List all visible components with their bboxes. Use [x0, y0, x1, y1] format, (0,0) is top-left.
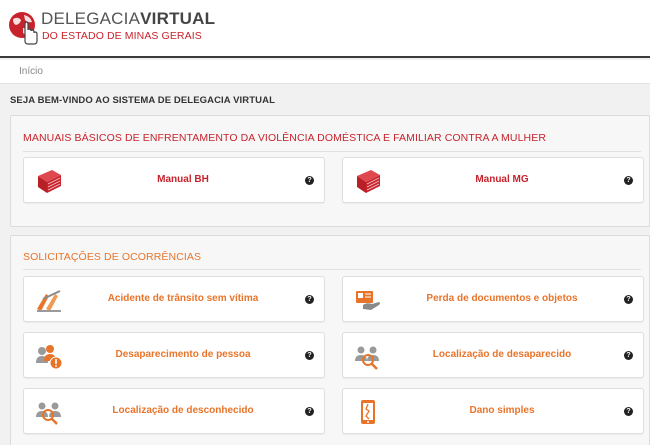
book-icon	[38, 170, 61, 193]
requests-panel: SOLICITAÇÕES DE OCORRÊNCIAS Acidente de …	[10, 235, 650, 445]
locate-missing-icon	[355, 346, 379, 370]
manual-bh-card[interactable]: Manual BH ?	[23, 157, 325, 203]
traffic-accident-card[interactable]: Acidente de trânsito sem vítima ?	[23, 276, 325, 322]
help-icon[interactable]: ?	[305, 407, 314, 416]
damage-label: Dano simples	[469, 405, 535, 416]
logo-subtitle: DO ESTADO DE MINAS GERAIS	[42, 30, 202, 42]
help-icon[interactable]: ?	[624, 407, 633, 416]
book-icon	[357, 170, 380, 193]
lost-documents-card[interactable]: Perda de documentos e objetos ?	[342, 276, 644, 322]
logo-title-light: DELEGACIA	[41, 9, 141, 28]
divider	[23, 151, 641, 152]
app-header: DELEGACIAVIRTUAL DO ESTADO DE MINAS GERA…	[0, 0, 650, 58]
breadcrumb-home-link[interactable]: Início	[19, 66, 43, 77]
help-icon[interactable]: ?	[624, 351, 633, 360]
locate-missing-label: Localização de desaparecido	[432, 349, 572, 360]
manual-bh-label: Manual BH	[157, 174, 209, 185]
requests-panel-title: SOLICITAÇÕES DE OCORRÊNCIAS	[23, 251, 202, 263]
manuals-panel: MANUAIS BÁSICOS DE ENFRENTAMENTO DA VIOL…	[10, 115, 650, 227]
help-icon[interactable]: ?	[624, 176, 633, 185]
traffic-accident-label: Acidente de trânsito sem vítima	[107, 293, 259, 304]
manual-mg-label: Manual MG	[475, 174, 529, 185]
logo-title-bold: VIRTUAL	[140, 9, 216, 28]
damage-card[interactable]: Dano simples ?	[342, 388, 644, 434]
locate-missing-card[interactable]: Localização de desaparecido ?	[342, 332, 644, 378]
locate-unknown-card[interactable]: Localização de desconhecido ?	[23, 388, 325, 434]
locate-unknown-label: Localização de desconhecido	[112, 405, 254, 416]
manuals-panel-title: MANUAIS BÁSICOS DE ENFRENTAMENTO DA VIOL…	[23, 132, 546, 144]
site-logo[interactable]: DELEGACIAVIRTUAL DO ESTADO DE MINAS GERA…	[8, 8, 215, 50]
logo-title: DELEGACIAVIRTUAL	[41, 10, 215, 28]
damage-phone-icon	[361, 400, 375, 424]
lost-documents-label: Perda de documentos e objetos	[426, 293, 578, 304]
manual-mg-card[interactable]: Manual MG ?	[342, 157, 644, 203]
help-icon[interactable]: ?	[305, 351, 314, 360]
help-icon[interactable]: ?	[624, 295, 633, 304]
traffic-accident-icon	[37, 290, 61, 312]
missing-person-card[interactable]: Desaparecimento de pessoa ?	[23, 332, 325, 378]
locate-unknown-icon	[36, 402, 61, 425]
logo-globe-hand-icon	[9, 12, 38, 45]
help-icon[interactable]: ?	[305, 295, 314, 304]
missing-person-icon	[36, 345, 63, 370]
divider	[23, 269, 641, 270]
breadcrumb-bar: Início	[0, 60, 650, 84]
help-icon[interactable]: ?	[305, 176, 314, 185]
lost-documents-icon	[356, 291, 380, 310]
welcome-heading: SEJA BEM-VINDO AO SISTEMA DE DELEGACIA V…	[10, 95, 275, 106]
missing-person-label: Desaparecimento de pessoa	[115, 349, 251, 360]
